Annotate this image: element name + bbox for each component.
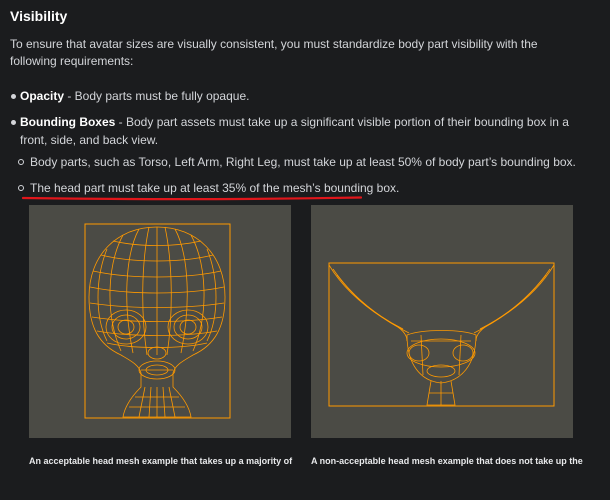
bullet-dot-bounding (11, 120, 16, 125)
acceptable-caption: An acceptable head mesh example that tak… (29, 456, 293, 466)
intro-paragraph: To ensure that avatar sizes are visually… (10, 37, 538, 68)
bullet-opacity-title: Opacity (20, 89, 65, 103)
acceptable-head-wireframe-image (84, 223, 231, 419)
sub-bullet-circle-2 (18, 185, 24, 191)
bullet-opacity-text: - Body parts must be fully opaque. (64, 89, 250, 103)
sub-bullet-body-parts: Body parts, such as Torso, Left Arm, Rig… (30, 155, 576, 169)
section-heading: Visibility (10, 8, 68, 24)
sub-bullet-head: The head part must take up at least 35% … (30, 181, 400, 195)
sub-bullet-circle-1 (18, 159, 24, 165)
bullet-opacity: Opacity - Body parts must be fully opaqu… (20, 87, 249, 105)
acceptable-head-figure (29, 205, 291, 438)
non-acceptable-caption: A non-acceptable head mesh example that … (311, 456, 583, 466)
bullet-dot-opacity (11, 94, 16, 99)
non-acceptable-head-figure (311, 205, 573, 438)
non-acceptable-head-wireframe-image (328, 262, 555, 407)
bullet-bounding-title: Bounding Boxes (20, 115, 116, 129)
bullet-bounding: Bounding Boxes - Body part assets must t… (20, 113, 580, 149)
red-underline-annotation (22, 196, 362, 201)
